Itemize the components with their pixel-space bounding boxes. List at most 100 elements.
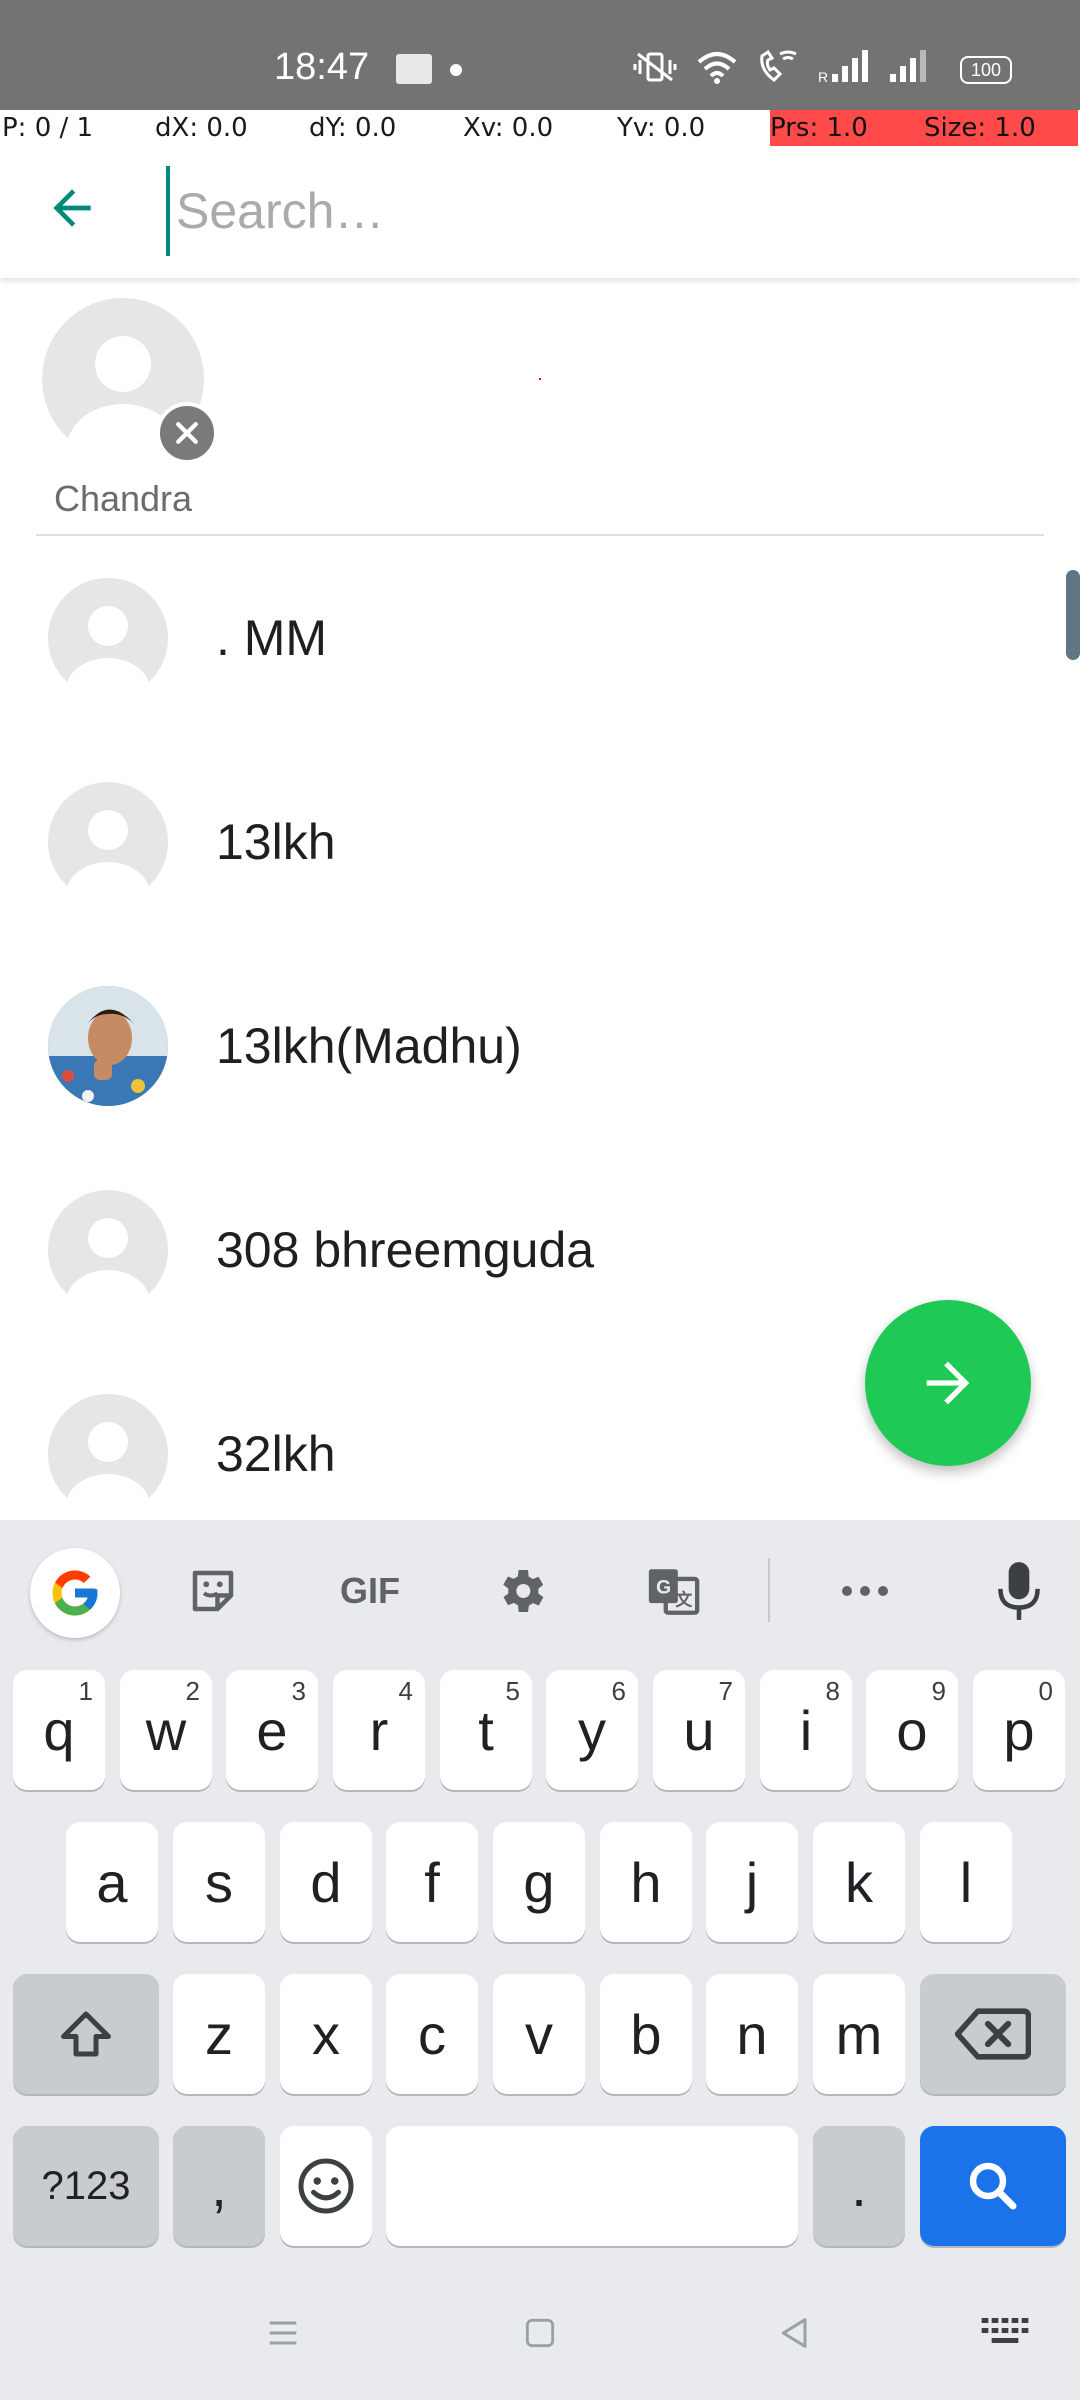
contact-photo-image <box>48 986 168 1106</box>
key-l[interactable]: l <box>920 1822 1012 1942</box>
contact-row[interactable]: . MM <box>0 536 1080 740</box>
sticker-icon[interactable] <box>168 1546 258 1636</box>
pointer-dx: dX: 0.0 <box>155 113 248 143</box>
key-w[interactable]: w2 <box>120 1670 212 1790</box>
google-logo-icon <box>52 1570 98 1616</box>
remove-selected-button[interactable] <box>156 402 218 464</box>
wifi-call-icon <box>760 50 797 82</box>
backspace-key[interactable] <box>920 1974 1066 2094</box>
key-o[interactable]: o9 <box>866 1670 958 1790</box>
key-k[interactable]: k <box>813 1822 905 1942</box>
key-q[interactable]: q1 <box>13 1670 105 1790</box>
more-horiz-icon <box>842 1586 888 1596</box>
key-label: y <box>578 1698 606 1762</box>
key-label: w <box>145 1698 187 1762</box>
selected-contact-name: Chandra <box>53 478 193 519</box>
key-r[interactable]: r4 <box>333 1670 425 1790</box>
contact-name: 32lkh <box>216 1426 336 1482</box>
key-hint: 0 <box>1038 1676 1053 1706</box>
shift-icon <box>61 2011 111 2057</box>
comma-key[interactable]: , <box>173 2126 265 2246</box>
contact-avatar <box>48 1190 168 1310</box>
scrollbar-thumb[interactable] <box>1066 570 1080 660</box>
back-button[interactable] <box>30 166 114 250</box>
key-label: t <box>478 1698 494 1762</box>
key-n[interactable]: n <box>706 1974 798 2094</box>
translate-icon-glyph: G文 <box>648 1569 700 1615</box>
arrow-back-icon <box>53 189 91 227</box>
microphone-icon[interactable] <box>974 1546 1064 1636</box>
pointer-pressure: Prs: 1.0 <box>770 110 924 146</box>
translate-icon[interactable]: G文 <box>628 1546 718 1636</box>
touch-point-marker <box>539 378 541 380</box>
settings-gear-icon[interactable] <box>476 1546 566 1636</box>
contact-name: . MM <box>216 610 328 666</box>
contact-name: 13lkh(Madhu) <box>216 1018 522 1074</box>
key-label: u <box>683 1698 715 1762</box>
shift-key[interactable] <box>13 1974 159 2094</box>
key-hint: 3 <box>291 1676 306 1706</box>
contact-photo <box>48 986 168 1106</box>
contact-name: 308 bhreemguda <box>216 1222 595 1278</box>
key-label: i <box>799 1698 813 1762</box>
next-fab-button[interactable] <box>865 1300 1031 1466</box>
key-i[interactable]: i8 <box>760 1670 852 1790</box>
key-f[interactable]: f <box>386 1822 478 1942</box>
keyboard: GIF G文 q1 w2 e3 r4 t5 y6 u7 i8 o9 p0 a s… <box>0 1520 1080 2268</box>
search-input[interactable] <box>166 166 1026 256</box>
key-u[interactable]: u7 <box>653 1670 745 1790</box>
key-h[interactable]: h <box>600 1822 692 1942</box>
battery-icon: 100 <box>960 56 1012 84</box>
key-hint: 1 <box>78 1676 93 1706</box>
home-button[interactable] <box>505 2298 575 2368</box>
toolbar-separator <box>768 1558 770 1622</box>
close-icon <box>176 422 198 444</box>
gif-button[interactable]: GIF <box>320 1546 420 1636</box>
period-key[interactable]: . <box>813 2126 905 2246</box>
key-c[interactable]: c <box>386 1974 478 2094</box>
google-icon[interactable] <box>30 1548 120 1638</box>
default-avatar-icon <box>66 1218 150 1310</box>
back-nav-button[interactable] <box>760 2298 830 2368</box>
notification-dot-icon <box>450 64 462 76</box>
space-key[interactable] <box>386 2126 798 2246</box>
symbols-key[interactable]: ?123 <box>13 2126 159 2246</box>
key-b[interactable]: b <box>600 1974 692 2094</box>
key-t[interactable]: t5 <box>440 1670 532 1790</box>
keyboard-icon <box>981 2318 1029 2343</box>
key-p[interactable]: p0 <box>973 1670 1065 1790</box>
keyboard-toolbar: GIF G文 <box>0 1520 1080 1650</box>
key-s[interactable]: s <box>173 1822 265 1942</box>
key-m[interactable]: m <box>813 1974 905 2094</box>
contact-row[interactable]: 13lkh <box>0 740 1080 944</box>
emoji-icon <box>298 2158 354 2214</box>
pointer-size: Size: 1.0 <box>924 110 1078 146</box>
contact-name: 13lkh <box>216 814 336 870</box>
key-y[interactable]: y6 <box>546 1670 638 1790</box>
search-key[interactable] <box>920 2126 1066 2246</box>
more-options-icon[interactable] <box>820 1546 910 1636</box>
key-v[interactable]: v <box>493 1974 585 2094</box>
key-j[interactable]: j <box>706 1822 798 1942</box>
key-a[interactable]: a <box>66 1822 158 1942</box>
svg-text:文: 文 <box>675 1590 692 1610</box>
key-x[interactable]: x <box>280 1974 372 2094</box>
emoji-key[interactable] <box>280 2126 372 2246</box>
status-icons: R <box>632 50 930 84</box>
key-z[interactable]: z <box>173 1974 265 2094</box>
arrow-forward-icon <box>926 1361 970 1405</box>
recents-button[interactable] <box>248 2298 318 2368</box>
contact-avatar <box>48 782 168 902</box>
key-d[interactable]: d <box>280 1822 372 1942</box>
keyboard-hide-button[interactable] <box>970 2298 1040 2368</box>
search-toolbar <box>0 146 1080 278</box>
navigation-bar <box>0 2268 1080 2400</box>
screen: 18:47 R 100 P: 0 / 1 dX: 0.0 dY: 0.0 Xv:… <box>0 0 1080 2400</box>
signal-icon <box>890 50 926 82</box>
mic-icon <box>998 1562 1040 1620</box>
key-e[interactable]: e3 <box>226 1670 318 1790</box>
contact-row[interactable]: 13lkh(Madhu) <box>0 944 1080 1148</box>
vibrate-icon <box>633 52 677 82</box>
key-g[interactable]: g <box>493 1822 585 1942</box>
key-hint: 5 <box>505 1676 520 1706</box>
